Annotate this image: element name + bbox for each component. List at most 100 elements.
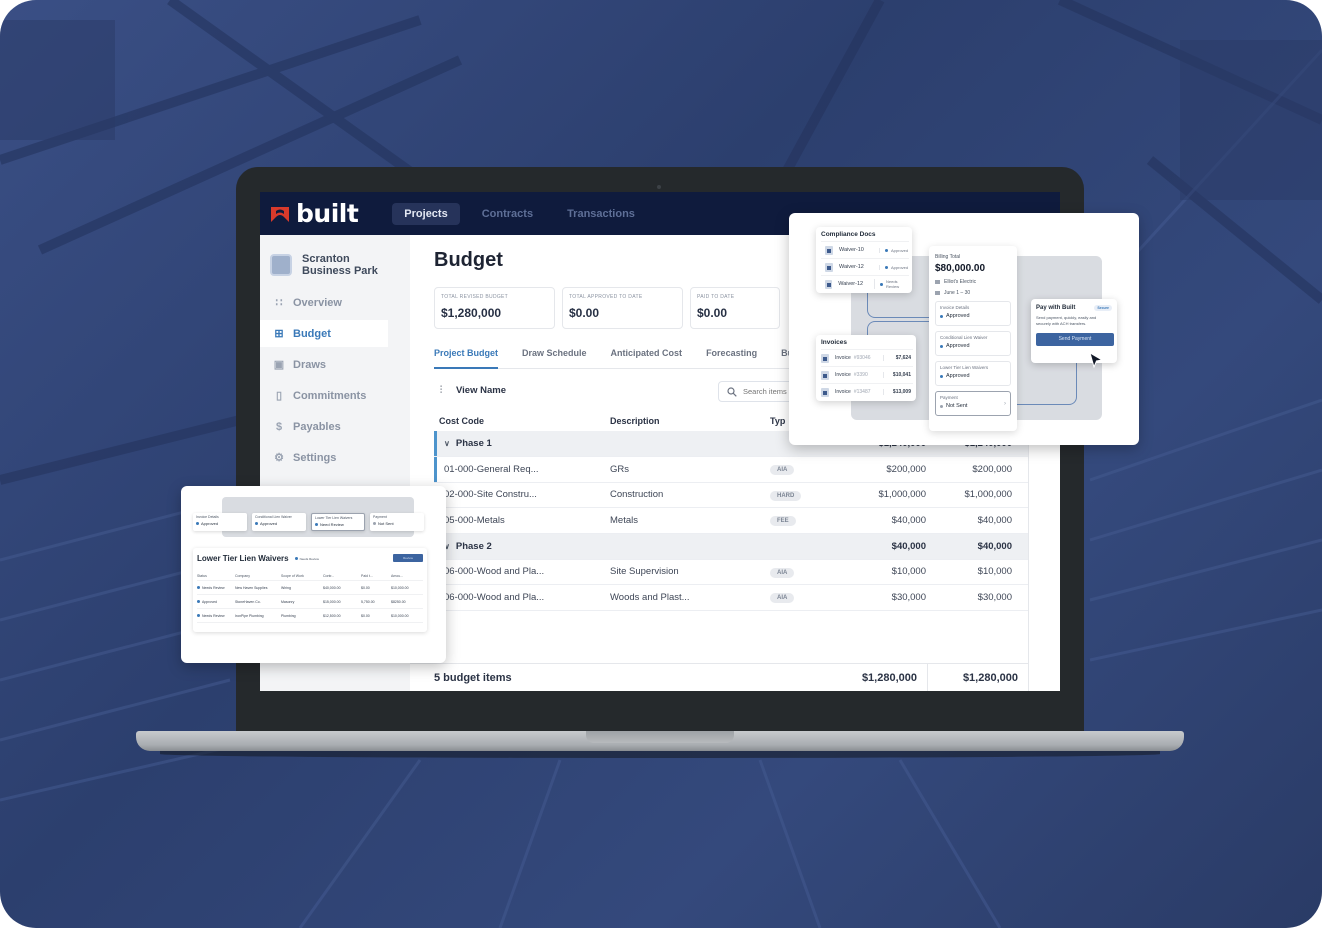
step-label: Invoice Details bbox=[196, 515, 219, 519]
status-text: Approved bbox=[891, 247, 909, 253]
lien-waivers-card: Invoice Details Approved Conditional Lie… bbox=[181, 486, 446, 663]
camera bbox=[657, 185, 661, 189]
cell-status: Approved bbox=[197, 600, 235, 604]
sidebar-item-budget[interactable]: ⊞ Budget bbox=[260, 320, 388, 347]
billing-total: $80,000.00 bbox=[935, 263, 986, 274]
stat-label: Total Approved to Date bbox=[569, 294, 643, 300]
tab-draw-schedule[interactable]: Draw Schedule bbox=[522, 347, 587, 368]
view-selector[interactable]: ⫶ View Name bbox=[434, 385, 506, 396]
stat-label: Paid to Date bbox=[697, 294, 735, 300]
invoice-icon bbox=[821, 370, 829, 380]
status-text: Approved bbox=[946, 373, 970, 379]
nav-tabs: Projects Contracts Transactions bbox=[392, 202, 647, 225]
nav-tab-projects[interactable]: Projects bbox=[392, 202, 460, 225]
document-icon: ▯ bbox=[275, 390, 283, 402]
table-row[interactable]: 05-000-Metals Metals FEE $40,000 $40,000 bbox=[434, 508, 1028, 534]
step-conditional-lien-waiver[interactable]: Conditional Lien Waiver Approved bbox=[252, 513, 306, 531]
table-row[interactable]: Needs Review New Haven Supplies Wiring $… bbox=[197, 581, 423, 595]
status-dot bbox=[880, 282, 883, 286]
invoice-amount: $10,041 bbox=[883, 372, 913, 378]
vendor-name: Elliot's Electric bbox=[944, 279, 977, 285]
period-text: June 1 – 30 bbox=[944, 290, 971, 296]
doc-row[interactable]: Waiver-12 Approved bbox=[821, 258, 909, 275]
step-payment[interactable]: Payment Not Sent bbox=[370, 513, 424, 531]
cell-company: New Haven Supplies bbox=[235, 585, 268, 590]
chevron-right-icon: › bbox=[1004, 401, 1006, 407]
table-row[interactable]: 06-000-Wood and Pla... Woods and Plast..… bbox=[434, 585, 1028, 611]
laptop-notch bbox=[586, 731, 734, 743]
status-text: Not Sent bbox=[378, 521, 394, 526]
stat-value: $1,280,000 bbox=[441, 306, 502, 320]
header-description[interactable]: Description bbox=[610, 416, 770, 426]
table-row[interactable]: 02-000-Site Constru... Construction HARD… bbox=[434, 483, 1028, 508]
step-lower-tier-lien-waivers[interactable]: Lower Tier Lien Waivers Approved bbox=[935, 361, 1011, 386]
tab-anticipated-cost[interactable]: Anticipated Cost bbox=[611, 347, 683, 368]
cell-amount-1: $1,000,000 bbox=[878, 489, 926, 501]
sidebar-item-draws[interactable]: ▣ Draws bbox=[260, 351, 388, 378]
doc-name: Waiver-12 bbox=[838, 281, 864, 287]
table-row[interactable]: Needs Review IronPipe Plumbing Plumbing … bbox=[197, 609, 423, 623]
tab-project-budget[interactable]: Project Budget bbox=[434, 347, 499, 369]
billing-label: Billing Total bbox=[935, 254, 961, 260]
step-payment[interactable]: Payment Not Sent › bbox=[935, 391, 1011, 416]
invoice-row[interactable]: Invoice #93046 $7,624 bbox=[821, 349, 913, 366]
nav-tab-contracts[interactable]: Contracts bbox=[470, 203, 545, 225]
invoice-row[interactable]: Invoice #3390 $10,041 bbox=[821, 366, 913, 383]
header-cost-code[interactable]: Cost Code bbox=[434, 416, 610, 426]
doc-row[interactable]: Waiver-10 Approved bbox=[821, 241, 909, 258]
billing-card: Billing Total $80,000.00 Elliot's Electr… bbox=[929, 246, 1017, 431]
project-selector[interactable]: Scranton Business Park bbox=[270, 253, 410, 277]
table-row[interactable]: Approved StoneHaven Co. Masonry $15,000.… bbox=[197, 595, 423, 609]
cell-amount-1: $10,000 bbox=[891, 566, 926, 578]
status-text: Approved bbox=[201, 521, 219, 526]
cell-type: HARD bbox=[770, 489, 830, 501]
sidebar-item-overview[interactable]: ∷ Overview bbox=[260, 289, 388, 316]
brand-logo[interactable]: built bbox=[270, 199, 359, 228]
cell-amount-1: $30,000 bbox=[891, 591, 926, 603]
review-button[interactable]: Review bbox=[393, 554, 423, 562]
view-name: View Name bbox=[456, 385, 506, 396]
table-row[interactable]: 01-000-General Req... GRs AIA $200,000 $… bbox=[434, 457, 1028, 483]
invoice-label: Invoice bbox=[835, 372, 851, 378]
invoice-label: Invoice bbox=[835, 389, 851, 395]
sidebar-item-label: Commitments bbox=[293, 389, 367, 402]
tab-forecasting[interactable]: Forecasting bbox=[706, 347, 757, 368]
grid-icon: ∷ bbox=[275, 297, 283, 309]
group-row-phase-2[interactable]: ∨ Phase 2 $40,000 $40,000 bbox=[434, 533, 1028, 560]
sidebar-item-commitments[interactable]: ▯ Commitments bbox=[260, 382, 388, 409]
cell-contract: $40,000.00 bbox=[323, 585, 341, 590]
step-invoice-details[interactable]: Invoice Details Approved bbox=[193, 513, 247, 531]
invoice-row[interactable]: Invoice #13487 $13,009 bbox=[821, 383, 913, 400]
status-dot bbox=[885, 265, 888, 269]
step-label: Lower Tier Lien Waivers bbox=[315, 516, 353, 520]
pay-with-built-card: Pay with Built Secure Send payment, quic… bbox=[1031, 299, 1117, 363]
step-invoice-details[interactable]: Invoice Details Approved bbox=[935, 301, 1011, 326]
cell-amount: $8250.00 bbox=[391, 599, 406, 604]
cell-amount-2: $10,000 bbox=[977, 566, 1012, 578]
nav-tab-transactions[interactable]: Transactions bbox=[555, 203, 647, 225]
pay-title-row: Pay with Built Secure bbox=[1036, 305, 1112, 311]
status-dot bbox=[940, 374, 943, 378]
status-dot bbox=[940, 404, 943, 408]
status-text: Approved bbox=[891, 264, 909, 270]
status-dot bbox=[197, 600, 200, 603]
calendar-icon bbox=[935, 291, 940, 295]
step-label: Payment bbox=[373, 515, 387, 519]
status-dot bbox=[196, 522, 199, 525]
step-conditional-lien-waiver[interactable]: Conditional Lien Waiver Approved bbox=[935, 331, 1011, 356]
cell-status: Needs Review bbox=[197, 586, 235, 590]
table-row[interactable]: 06-000-Wood and Pla... Site Supervision … bbox=[434, 560, 1028, 585]
mouse-cursor-icon bbox=[1089, 352, 1103, 368]
step-lower-tier-lien-waivers[interactable]: Lower Tier Lien Waivers Need Review bbox=[311, 513, 365, 531]
gear-icon: ⚙ bbox=[274, 452, 284, 464]
status-text: Needs Review bbox=[202, 613, 225, 618]
send-payment-button[interactable]: Send Payment bbox=[1036, 332, 1114, 346]
sidebar-item-settings[interactable]: ⚙ Settings bbox=[260, 444, 388, 471]
doc-status: Needs Review bbox=[874, 279, 909, 289]
doc-status: Approved bbox=[879, 264, 909, 270]
status-dot bbox=[255, 522, 258, 525]
sidebar-item-payables[interactable]: $ Payables bbox=[260, 413, 388, 440]
lien-waivers-title: Lower Tier Lien Waivers bbox=[197, 554, 289, 563]
doc-row[interactable]: Waiver-12 Needs Review bbox=[821, 275, 909, 292]
group-total-2: $40,000 bbox=[977, 540, 1012, 552]
